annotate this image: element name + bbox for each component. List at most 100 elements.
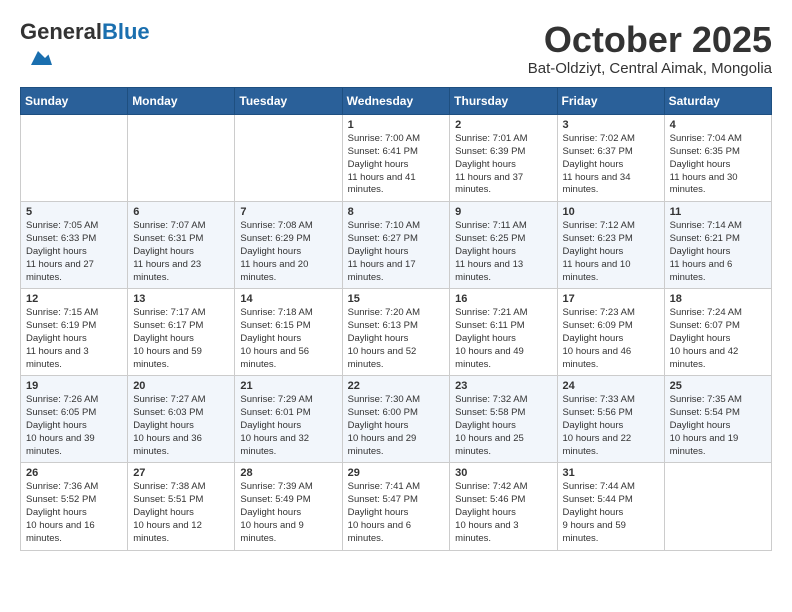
cell-content: Sunrise: 7:21 AMSunset: 6:11 PMDaylight …: [455, 307, 551, 371]
cell-content: Sunrise: 7:38 AMSunset: 5:51 PMDaylight …: [133, 481, 229, 545]
cell-content: Sunrise: 7:26 AMSunset: 6:05 PMDaylight …: [26, 394, 122, 458]
cell-content: Sunrise: 7:10 AMSunset: 6:27 PMDaylight …: [348, 220, 445, 284]
calendar-cell: 15 Sunrise: 7:20 AMSunset: 6:13 PMDayligh…: [342, 289, 450, 376]
calendar-week-row: 19 Sunrise: 7:26 AMSunset: 6:05 PMDayligh…: [21, 376, 772, 463]
calendar-cell: 18 Sunrise: 7:24 AMSunset: 6:07 PMDayligh…: [664, 289, 771, 376]
header: GeneralBlue October 2025 Bat-Oldziyt, Ce…: [20, 20, 772, 77]
weekday-header-row: SundayMondayTuesdayWednesdayThursdayFrid…: [21, 88, 772, 115]
day-number: 27: [133, 467, 229, 479]
cell-content: Sunrise: 7:44 AMSunset: 5:44 PMDaylight …: [563, 481, 659, 545]
cell-content: Sunrise: 7:42 AMSunset: 5:46 PMDaylight …: [455, 481, 551, 545]
calendar-cell: 24 Sunrise: 7:33 AMSunset: 5:56 PMDayligh…: [557, 376, 664, 463]
cell-content: Sunrise: 7:29 AMSunset: 6:01 PMDaylight …: [240, 394, 336, 458]
day-number: 17: [563, 293, 659, 305]
cell-content: Sunrise: 7:41 AMSunset: 5:47 PMDaylight …: [348, 481, 445, 545]
day-number: 10: [563, 206, 659, 218]
cell-content: Sunrise: 7:15 AMSunset: 6:19 PMDaylight …: [26, 307, 122, 371]
cell-content: Sunrise: 7:08 AMSunset: 6:29 PMDaylight …: [240, 220, 336, 284]
day-number: 21: [240, 380, 336, 392]
calendar-cell: 12Sunrise: 7:15 AMSunset: 6:19 PMDayligh…: [21, 289, 128, 376]
day-number: 30: [455, 467, 551, 479]
day-number: 4: [670, 119, 766, 131]
cell-content: Sunrise: 7:27 AMSunset: 6:03 PMDaylight …: [133, 394, 229, 458]
calendar-cell: 11Sunrise: 7:14 AMSunset: 6:21 PMDayligh…: [664, 202, 771, 289]
cell-content: Sunrise: 7:35 AMSunset: 5:54 PMDaylight …: [670, 394, 766, 458]
calendar-cell: 2 Sunrise: 7:01 AMSunset: 6:39 PMDaylight…: [450, 115, 557, 202]
calendar-cell: 26 Sunrise: 7:36 AMSunset: 5:52 PMDayligh…: [21, 463, 128, 550]
calendar-week-row: 26 Sunrise: 7:36 AMSunset: 5:52 PMDayligh…: [21, 463, 772, 550]
calendar-cell: 19 Sunrise: 7:26 AMSunset: 6:05 PMDayligh…: [21, 376, 128, 463]
cell-content: Sunrise: 7:23 AMSunset: 6:09 PMDaylight …: [563, 307, 659, 371]
calendar-cell: [21, 115, 128, 202]
weekday-header-cell: Tuesday: [235, 88, 342, 115]
title-area: October 2025 Bat-Oldziyt, Central Aimak,…: [528, 20, 772, 77]
day-number: 25: [670, 380, 766, 392]
calendar-week-row: 12Sunrise: 7:15 AMSunset: 6:19 PMDayligh…: [21, 289, 772, 376]
cell-content: Sunrise: 7:30 AMSunset: 6:00 PMDaylight …: [348, 394, 445, 458]
day-number: 29: [348, 467, 445, 479]
day-number: 24: [563, 380, 659, 392]
cell-content: Sunrise: 7:14 AMSunset: 6:21 PMDaylight …: [670, 220, 766, 284]
day-number: 13: [133, 293, 229, 305]
day-number: 7: [240, 206, 336, 218]
calendar-cell: 22Sunrise: 7:30 AMSunset: 6:00 PMDayligh…: [342, 376, 450, 463]
cell-content: Sunrise: 7:20 AMSunset: 6:13 PMDaylight …: [348, 307, 445, 371]
cell-content: Sunrise: 7:07 AMSunset: 6:31 PMDaylight …: [133, 220, 229, 284]
day-number: 9: [455, 206, 551, 218]
day-number: 28: [240, 467, 336, 479]
day-number: 19: [26, 380, 122, 392]
calendar-cell: 3Sunrise: 7:02 AMSunset: 6:37 PMDaylight…: [557, 115, 664, 202]
calendar-cell: 21 Sunrise: 7:29 AMSunset: 6:01 PMDayligh…: [235, 376, 342, 463]
weekday-header-cell: Saturday: [664, 88, 771, 115]
cell-content: Sunrise: 7:12 AMSunset: 6:23 PMDaylight …: [563, 220, 659, 284]
calendar-cell: 8 Sunrise: 7:10 AMSunset: 6:27 PMDaylight…: [342, 202, 450, 289]
weekday-header-cell: Thursday: [450, 88, 557, 115]
weekday-header-cell: Monday: [128, 88, 235, 115]
cell-content: Sunrise: 7:24 AMSunset: 6:07 PMDaylight …: [670, 307, 766, 371]
calendar-cell: 14 Sunrise: 7:18 AMSunset: 6:15 PMDayligh…: [235, 289, 342, 376]
calendar-cell: 31 Sunrise: 7:44 AMSunset: 5:44 PMDayligh…: [557, 463, 664, 550]
cell-content: Sunrise: 7:05 AMSunset: 6:33 PMDaylight …: [26, 220, 122, 284]
day-number: 2: [455, 119, 551, 131]
cell-content: Sunrise: 7:18 AMSunset: 6:15 PMDaylight …: [240, 307, 336, 371]
logo: GeneralBlue: [20, 20, 150, 77]
calendar-cell: 5 Sunrise: 7:05 AMSunset: 6:33 PMDaylight…: [21, 202, 128, 289]
calendar-cell: 7 Sunrise: 7:08 AMSunset: 6:29 PMDaylight…: [235, 202, 342, 289]
calendar-cell: 9 Sunrise: 7:11 AMSunset: 6:25 PMDaylight…: [450, 202, 557, 289]
day-number: 26: [26, 467, 122, 479]
cell-content: Sunrise: 7:00 AMSunset: 6:41 PMDaylight …: [348, 133, 445, 197]
day-number: 5: [26, 206, 122, 218]
weekday-header-cell: Sunday: [21, 88, 128, 115]
day-number: 15: [348, 293, 445, 305]
calendar-cell: 4Sunrise: 7:04 AMSunset: 6:35 PMDaylight…: [664, 115, 771, 202]
cell-content: Sunrise: 7:17 AMSunset: 6:17 PMDaylight …: [133, 307, 229, 371]
calendar-cell: 27 Sunrise: 7:38 AMSunset: 5:51 PMDayligh…: [128, 463, 235, 550]
calendar-table: SundayMondayTuesdayWednesdayThursdayFrid…: [20, 87, 772, 550]
day-number: 14: [240, 293, 336, 305]
day-number: 23: [455, 380, 551, 392]
calendar-cell: 28Sunrise: 7:39 AMSunset: 5:49 PMDayligh…: [235, 463, 342, 550]
calendar-cell: [128, 115, 235, 202]
day-number: 8: [348, 206, 445, 218]
weekday-header-cell: Wednesday: [342, 88, 450, 115]
calendar-cell: 17 Sunrise: 7:23 AMSunset: 6:09 PMDayligh…: [557, 289, 664, 376]
calendar-cell: 29 Sunrise: 7:41 AMSunset: 5:47 PMDayligh…: [342, 463, 450, 550]
day-number: 3: [563, 119, 659, 131]
cell-content: Sunrise: 7:36 AMSunset: 5:52 PMDaylight …: [26, 481, 122, 545]
logo-blue-text: Blue: [102, 19, 150, 44]
month-title: October 2025: [528, 20, 772, 60]
calendar-cell: 23 Sunrise: 7:32 AMSunset: 5:58 PMDayligh…: [450, 376, 557, 463]
day-number: 31: [563, 467, 659, 479]
cell-content: Sunrise: 7:01 AMSunset: 6:39 PMDaylight …: [455, 133, 551, 197]
calendar-cell: 13 Sunrise: 7:17 AMSunset: 6:17 PMDayligh…: [128, 289, 235, 376]
day-number: 18: [670, 293, 766, 305]
cell-content: Sunrise: 7:33 AMSunset: 5:56 PMDaylight …: [563, 394, 659, 458]
day-number: 1: [348, 119, 445, 131]
logo-icon: [24, 44, 52, 72]
cell-content: Sunrise: 7:32 AMSunset: 5:58 PMDaylight …: [455, 394, 551, 458]
day-number: 6: [133, 206, 229, 218]
cell-content: Sunrise: 7:11 AMSunset: 6:25 PMDaylight …: [455, 220, 551, 284]
calendar-cell: 20 Sunrise: 7:27 AMSunset: 6:03 PMDayligh…: [128, 376, 235, 463]
day-number: 20: [133, 380, 229, 392]
calendar-cell: [664, 463, 771, 550]
